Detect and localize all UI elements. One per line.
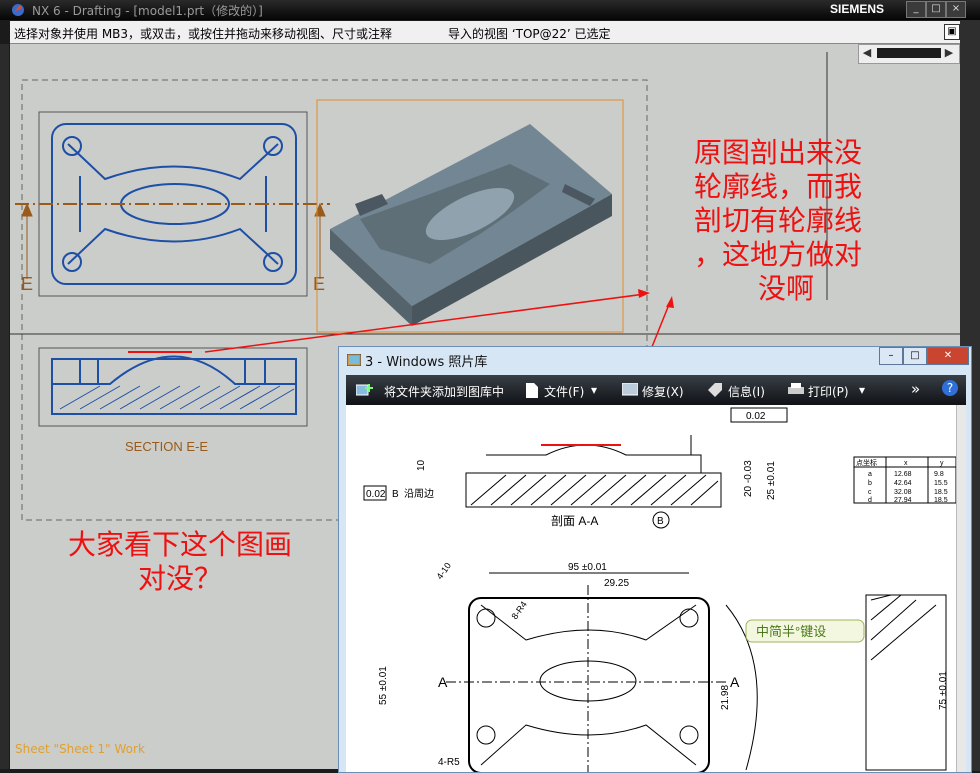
table-cell: 32.08 [894, 489, 912, 496]
scroll-right-icon[interactable]: ▶ [941, 45, 957, 61]
note-line: 轮廓线，而我 [694, 170, 863, 203]
table-header: 点坐标 [856, 458, 877, 467]
table-cell: 15.5 [934, 480, 948, 487]
annotation-note-right: 原图剖出来没 轮廓线，而我 剖切有轮廓线 ，这地方做对 没啊 [694, 136, 894, 306]
help-icon[interactable]: ? [942, 380, 958, 396]
horizontal-scrollbar[interactable]: ◀ ▶ [858, 44, 960, 64]
ref-section-a-right: A [730, 674, 740, 690]
scroll-thumb[interactable] [877, 48, 941, 58]
ref-datum-b-circle: B [657, 516, 664, 527]
sheet-label: Sheet "Sheet 1" Work [15, 742, 145, 756]
add-folder-icon [356, 384, 373, 396]
ref-dim-25: 25 ±0.01 [766, 461, 777, 500]
watermark-badge: 中简半°键设 [756, 624, 826, 639]
maximize-button[interactable]: □ [926, 1, 946, 18]
isometric-view[interactable] [316, 99, 624, 333]
section-label-right[interactable]: E [313, 274, 325, 294]
ref-dim-4r5: 4-R5 [438, 757, 460, 768]
ref-section-a-left: A [438, 674, 448, 690]
print-icon [788, 383, 804, 394]
status-selection: 导入的视图 ‘TOP@22’ 已选定 [448, 27, 611, 41]
ref-tolerance-2: 0.02 [746, 411, 766, 422]
ref-dim-29: 29.25 [604, 578, 629, 589]
toolbar-file-menu[interactable]: 文件(F) [544, 383, 584, 400]
section-label-left[interactable]: E [21, 274, 33, 294]
note-line: 原图剖出来没 [694, 136, 863, 169]
ref-tolerance-1: 0.02 [366, 489, 386, 500]
section-caption[interactable]: SECTION E-E [125, 439, 208, 454]
nx-logo-icon [12, 4, 24, 16]
photo-content[interactable]: 剖面 A-A 0.02 B 沿周边 0.02 B 20 -0.03 25 ±0.… [346, 405, 956, 772]
status-bar: 选择对象并使用 MB3，或双击，或按住并拖动来移动视图、尺寸或注释 导入的视图 … [10, 21, 978, 44]
table-header: y [940, 460, 944, 467]
ref-datum-b: B [392, 489, 399, 500]
photo-toolbar: 将文件夹添加到图库中 文件(F) ▾ 修复(X) 信息(I) 打印(P) ▾ »… [346, 375, 966, 405]
status-icon[interactable]: ▣ [944, 24, 960, 40]
table-cell: a [868, 471, 872, 478]
photo-window-title: 3 - Windows 照片库 [365, 355, 488, 370]
photo-gallery-icon [347, 354, 361, 366]
note-line: 大家看下这个图画 [67, 528, 292, 561]
photo-close-button[interactable]: ✕ [927, 347, 969, 365]
photo-scrollbar[interactable] [956, 405, 966, 772]
annotation-note-left: 大家看下这个图画 对没？ [40, 528, 320, 596]
coordinate-table: 点坐标 x y a 12.68 9.8 b 42.64 15.5 c 32.08… [853, 456, 956, 504]
toolbar-fix[interactable]: 修复(X) [642, 383, 684, 400]
photo-maximize-button[interactable]: □ [903, 347, 927, 365]
ref-dim-95: 95 ±0.01 [568, 562, 607, 573]
toolbar-print[interactable]: 打印(P) [808, 383, 849, 400]
window-title: NX 6 - Drafting - [model1.prt（修改的）] [32, 4, 263, 18]
photo-minimize-button[interactable]: – [879, 347, 903, 365]
note-line: ，这地方做对 [694, 238, 863, 271]
photo-gallery-window[interactable]: 3 - Windows 照片库 – □ ✕ 将文件夹添加到图库中 文件(F) ▾… [338, 346, 972, 773]
siemens-logo: SIEMENS [829, 2, 884, 16]
ref-section-label: 剖面 A-A [551, 514, 598, 528]
note-line: 剖切有轮廓线 [694, 204, 863, 237]
info-tag-icon [708, 383, 722, 397]
scroll-left-icon[interactable]: ◀ [859, 45, 875, 61]
minimize-button[interactable]: _ [906, 1, 926, 18]
ref-dim-10: 10 [416, 459, 427, 471]
note-line: 对没？ [137, 562, 222, 595]
close-button[interactable]: × [946, 1, 966, 18]
ref-dim-4-10: 4-10 [434, 561, 453, 581]
table-cell: 42.64 [894, 480, 912, 487]
table-cell: c [868, 489, 872, 496]
ref-edge-note: 沿周边 [404, 488, 434, 500]
section-view[interactable] [38, 347, 308, 427]
table-cell: d [868, 497, 872, 504]
chevron-down-icon: ▾ [591, 383, 598, 397]
chevron-down-icon: ▾ [859, 383, 866, 397]
reference-drawing: 剖面 A-A 0.02 B 沿周边 0.02 B 20 -0.03 25 ±0.… [363, 407, 956, 772]
ref-dim-75: 75 ±0.01 [938, 671, 949, 710]
file-icon [526, 383, 538, 398]
fix-icon [622, 383, 638, 396]
table-cell: 27.94 [894, 497, 912, 504]
table-cell: 9.8 [934, 471, 944, 478]
note-line: 没啊 [758, 272, 815, 305]
toolbar-add-folder[interactable]: 将文件夹添加到图库中 [384, 383, 504, 400]
table-cell: 12.68 [894, 471, 912, 478]
table-cell: 18.5 [934, 497, 948, 504]
status-prompt: 选择对象并使用 MB3，或双击，或按住并拖动来移动视图、尺寸或注释 [14, 27, 393, 41]
table-cell: 18.5 [934, 489, 948, 496]
toolbar-info[interactable]: 信息(I) [728, 383, 765, 400]
toolbar-more[interactable]: » [911, 380, 920, 398]
ref-dim-8r4: 8-R4 [509, 599, 528, 621]
left-border [0, 44, 9, 769]
table-cell: b [868, 480, 872, 487]
ref-dim-20: 20 -0.03 [743, 460, 754, 497]
table-header: x [904, 460, 908, 467]
ref-dim-55: 55 ±0.01 [378, 666, 389, 705]
app-title-bar: NX 6 - Drafting - [model1.prt（修改的）] SIEM… [0, 0, 980, 20]
